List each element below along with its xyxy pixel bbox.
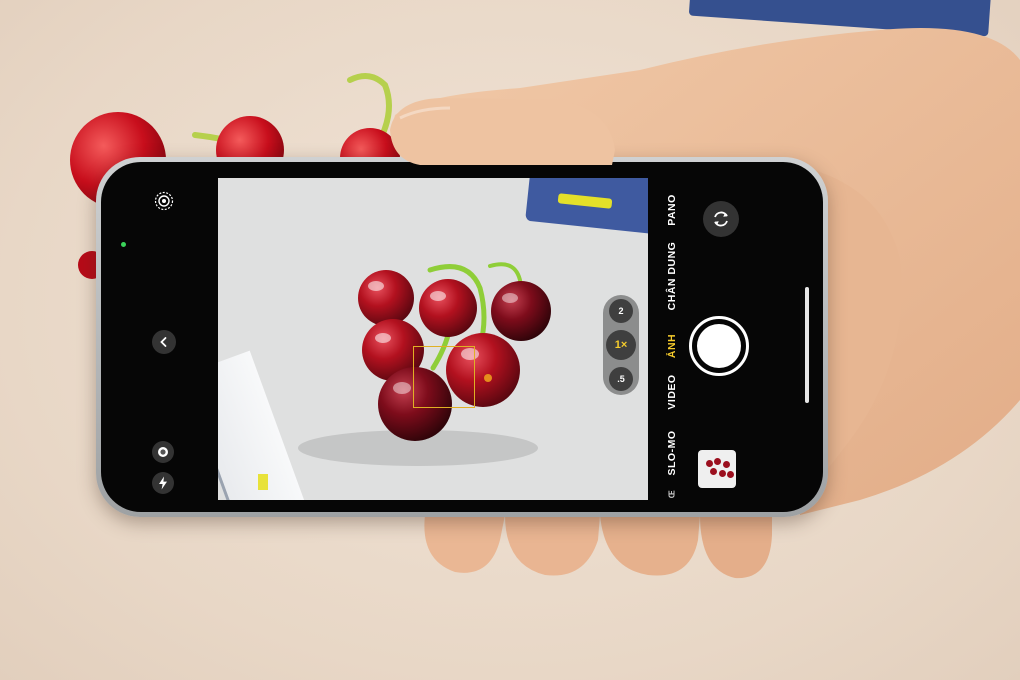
- thumb: [390, 98, 615, 165]
